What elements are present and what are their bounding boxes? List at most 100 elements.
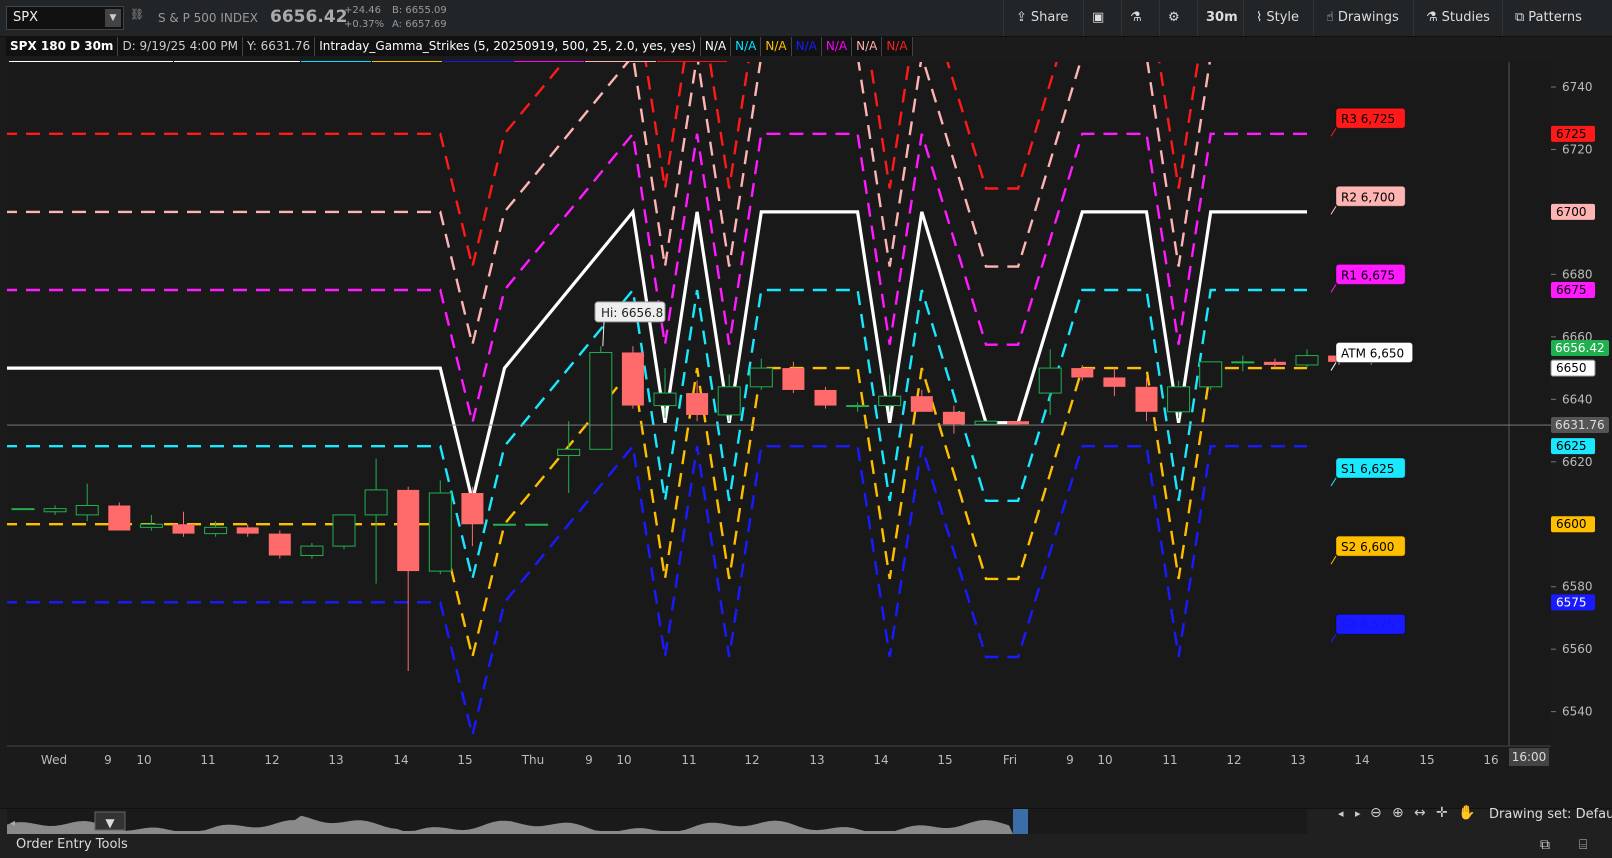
candle [974,420,998,425]
bottom-bar: ▼ ◂ ◂ ▸ ⊖ ⊕ ↔ ✛ ✋ Drawing set: Default O… [0,805,1612,858]
scroll-left-icon[interactable]: ◂ [10,818,15,829]
scroll-left-icon[interactable]: ◂ [1338,807,1344,820]
price-tag: 6725 [1556,127,1587,141]
time-tick: 16 [1483,753,1498,767]
symbol-text: SPX [13,10,38,25]
candle [428,480,452,575]
time-tick: 15 [937,753,952,767]
price-chart[interactable]: Hi: 6656.8 R3 6,725 R2 6,700 R1 6,675 ATM 6,… [0,36,1612,808]
patterns-label: Patterns [1528,10,1582,25]
ask-price: A: 6657.69 [392,19,447,30]
time-tick: 13 [328,753,343,767]
share-icon: ⇪ [1016,10,1027,25]
price-tag: 6625 [1556,439,1587,453]
time-tick: 12 [264,753,279,767]
detach-icon[interactable]: ⧉ [1540,837,1550,853]
share-label: Share [1030,10,1069,25]
time-tick: 13 [1290,753,1305,767]
crosshair-icon[interactable]: ✛ [1436,805,1448,821]
studies-label: Studies [1441,10,1490,25]
current-price-tag: 6656.42 [1555,341,1605,355]
order-entry-tools[interactable]: Order Entry Tools [16,837,128,852]
time-tick: 9 [104,753,112,767]
candle [493,523,516,526]
price-tick: 6560 [1562,642,1593,656]
net-change: +24.46 [344,5,382,16]
level-line-label: R3 6,725 [1341,112,1395,126]
style-button[interactable]: ⌇ Style [1243,0,1313,36]
price-axis[interactable]: 6540656065806600662066406660668067006720… [1550,62,1612,746]
candle [589,346,613,450]
time-tick: 14 [873,753,888,767]
candle [1007,421,1030,425]
scroll-right-icon[interactable]: ▸ [1355,807,1361,820]
time-tick: Wed [41,753,67,767]
price-tag: 6700 [1556,205,1587,219]
time-marker: 16:00 [1512,750,1547,764]
percent-change: +0.37% [344,19,385,30]
level-line-label: ATM 6,650 [1341,346,1404,360]
candle [332,514,356,550]
fit-icon[interactable]: ↔ [1414,805,1426,821]
candle [108,502,131,531]
zoom-out-icon[interactable]: ⊖ [1370,805,1382,821]
hand-icon: ☝ [1326,10,1334,25]
calendar-icon[interactable]: ▣ [1083,0,1121,36]
time-tick: 12 [744,753,759,767]
time-axis[interactable]: Wed 9 10 11 12 13 14 15 Thu 9 10 11 12 13 14 15 Fri 9 10 11… [7,745,1551,767]
chevron-down-icon[interactable]: ▼ [105,9,121,27]
time-tick: 11 [681,753,696,767]
link-icon[interactable]: ⛓ [130,8,144,28]
time-tick: Thu [521,753,545,767]
candle [11,508,35,511]
time-tick: 11 [1162,753,1177,767]
style-label: Style [1266,10,1300,25]
pan-icon[interactable]: ✋ [1458,805,1475,821]
studies-icon: ⚗ [1426,10,1438,25]
price-tick: 6680 [1562,267,1593,281]
last-price: 6656.42 [270,7,348,27]
time-tick: 9 [585,753,593,767]
time-tick: 10 [136,753,151,767]
price-tick: 6720 [1562,142,1593,156]
patterns-icon: ⧉ [1515,10,1525,25]
drawings-button[interactable]: ☝ Drawings [1313,0,1413,36]
studies-button[interactable]: ⚗ Studies [1413,0,1502,36]
time-tick: 14 [1354,753,1369,767]
share-button[interactable]: ⇪ Share [1003,0,1083,36]
patterns-button[interactable]: ⧉ Patterns [1502,0,1612,36]
level-line-label: S1 6,625 [1341,462,1394,476]
crosshair-price-tag: 6631.76 [1555,418,1605,432]
time-tick: 11 [200,753,215,767]
time-tick: 15 [457,753,472,767]
level-line-label: R1 6,675 [1341,268,1395,282]
price-tick: 6580 [1562,580,1593,594]
level-line-label: R2 6,700 [1341,190,1395,204]
camera-icon[interactable]: ⌸ [1579,837,1587,853]
candle [525,523,549,526]
candle [268,530,291,559]
price-tick: 6540 [1562,705,1593,719]
candle [814,386,837,409]
top-toolbar: SPX ▼ ⛓ S & P 500 INDEX 6656.42 +24.46 +0… [0,0,1612,37]
gear-icon[interactable]: ⚙ [1159,0,1197,36]
style-icon: ⌇ [1256,10,1263,25]
price-tag: 6575 [1556,595,1587,609]
time-tick: 12 [1226,753,1241,767]
price-tick: 6620 [1562,455,1593,469]
price-tick: 6740 [1562,80,1593,94]
time-tick: 9 [1066,753,1074,767]
drawing-set-label[interactable]: Drawing set: Default [1489,807,1612,822]
timeframe-button[interactable]: 30m [1197,0,1243,36]
flask-icon[interactable]: ⚗ [1121,0,1159,36]
price-tick: 6640 [1562,392,1593,406]
time-tick: 15 [1419,753,1434,767]
time-tick: Fri [1003,753,1017,767]
level-line-label: S3 6,575 [1341,618,1394,632]
symbol-input[interactable]: SPX ▼ [6,6,124,30]
zoom-in-icon[interactable]: ⊕ [1392,805,1404,821]
expand-icon[interactable]: ▼ [105,816,115,830]
price-tag: 6675 [1556,283,1587,297]
candle [1199,361,1223,390]
scroll-handle[interactable] [1013,809,1028,834]
